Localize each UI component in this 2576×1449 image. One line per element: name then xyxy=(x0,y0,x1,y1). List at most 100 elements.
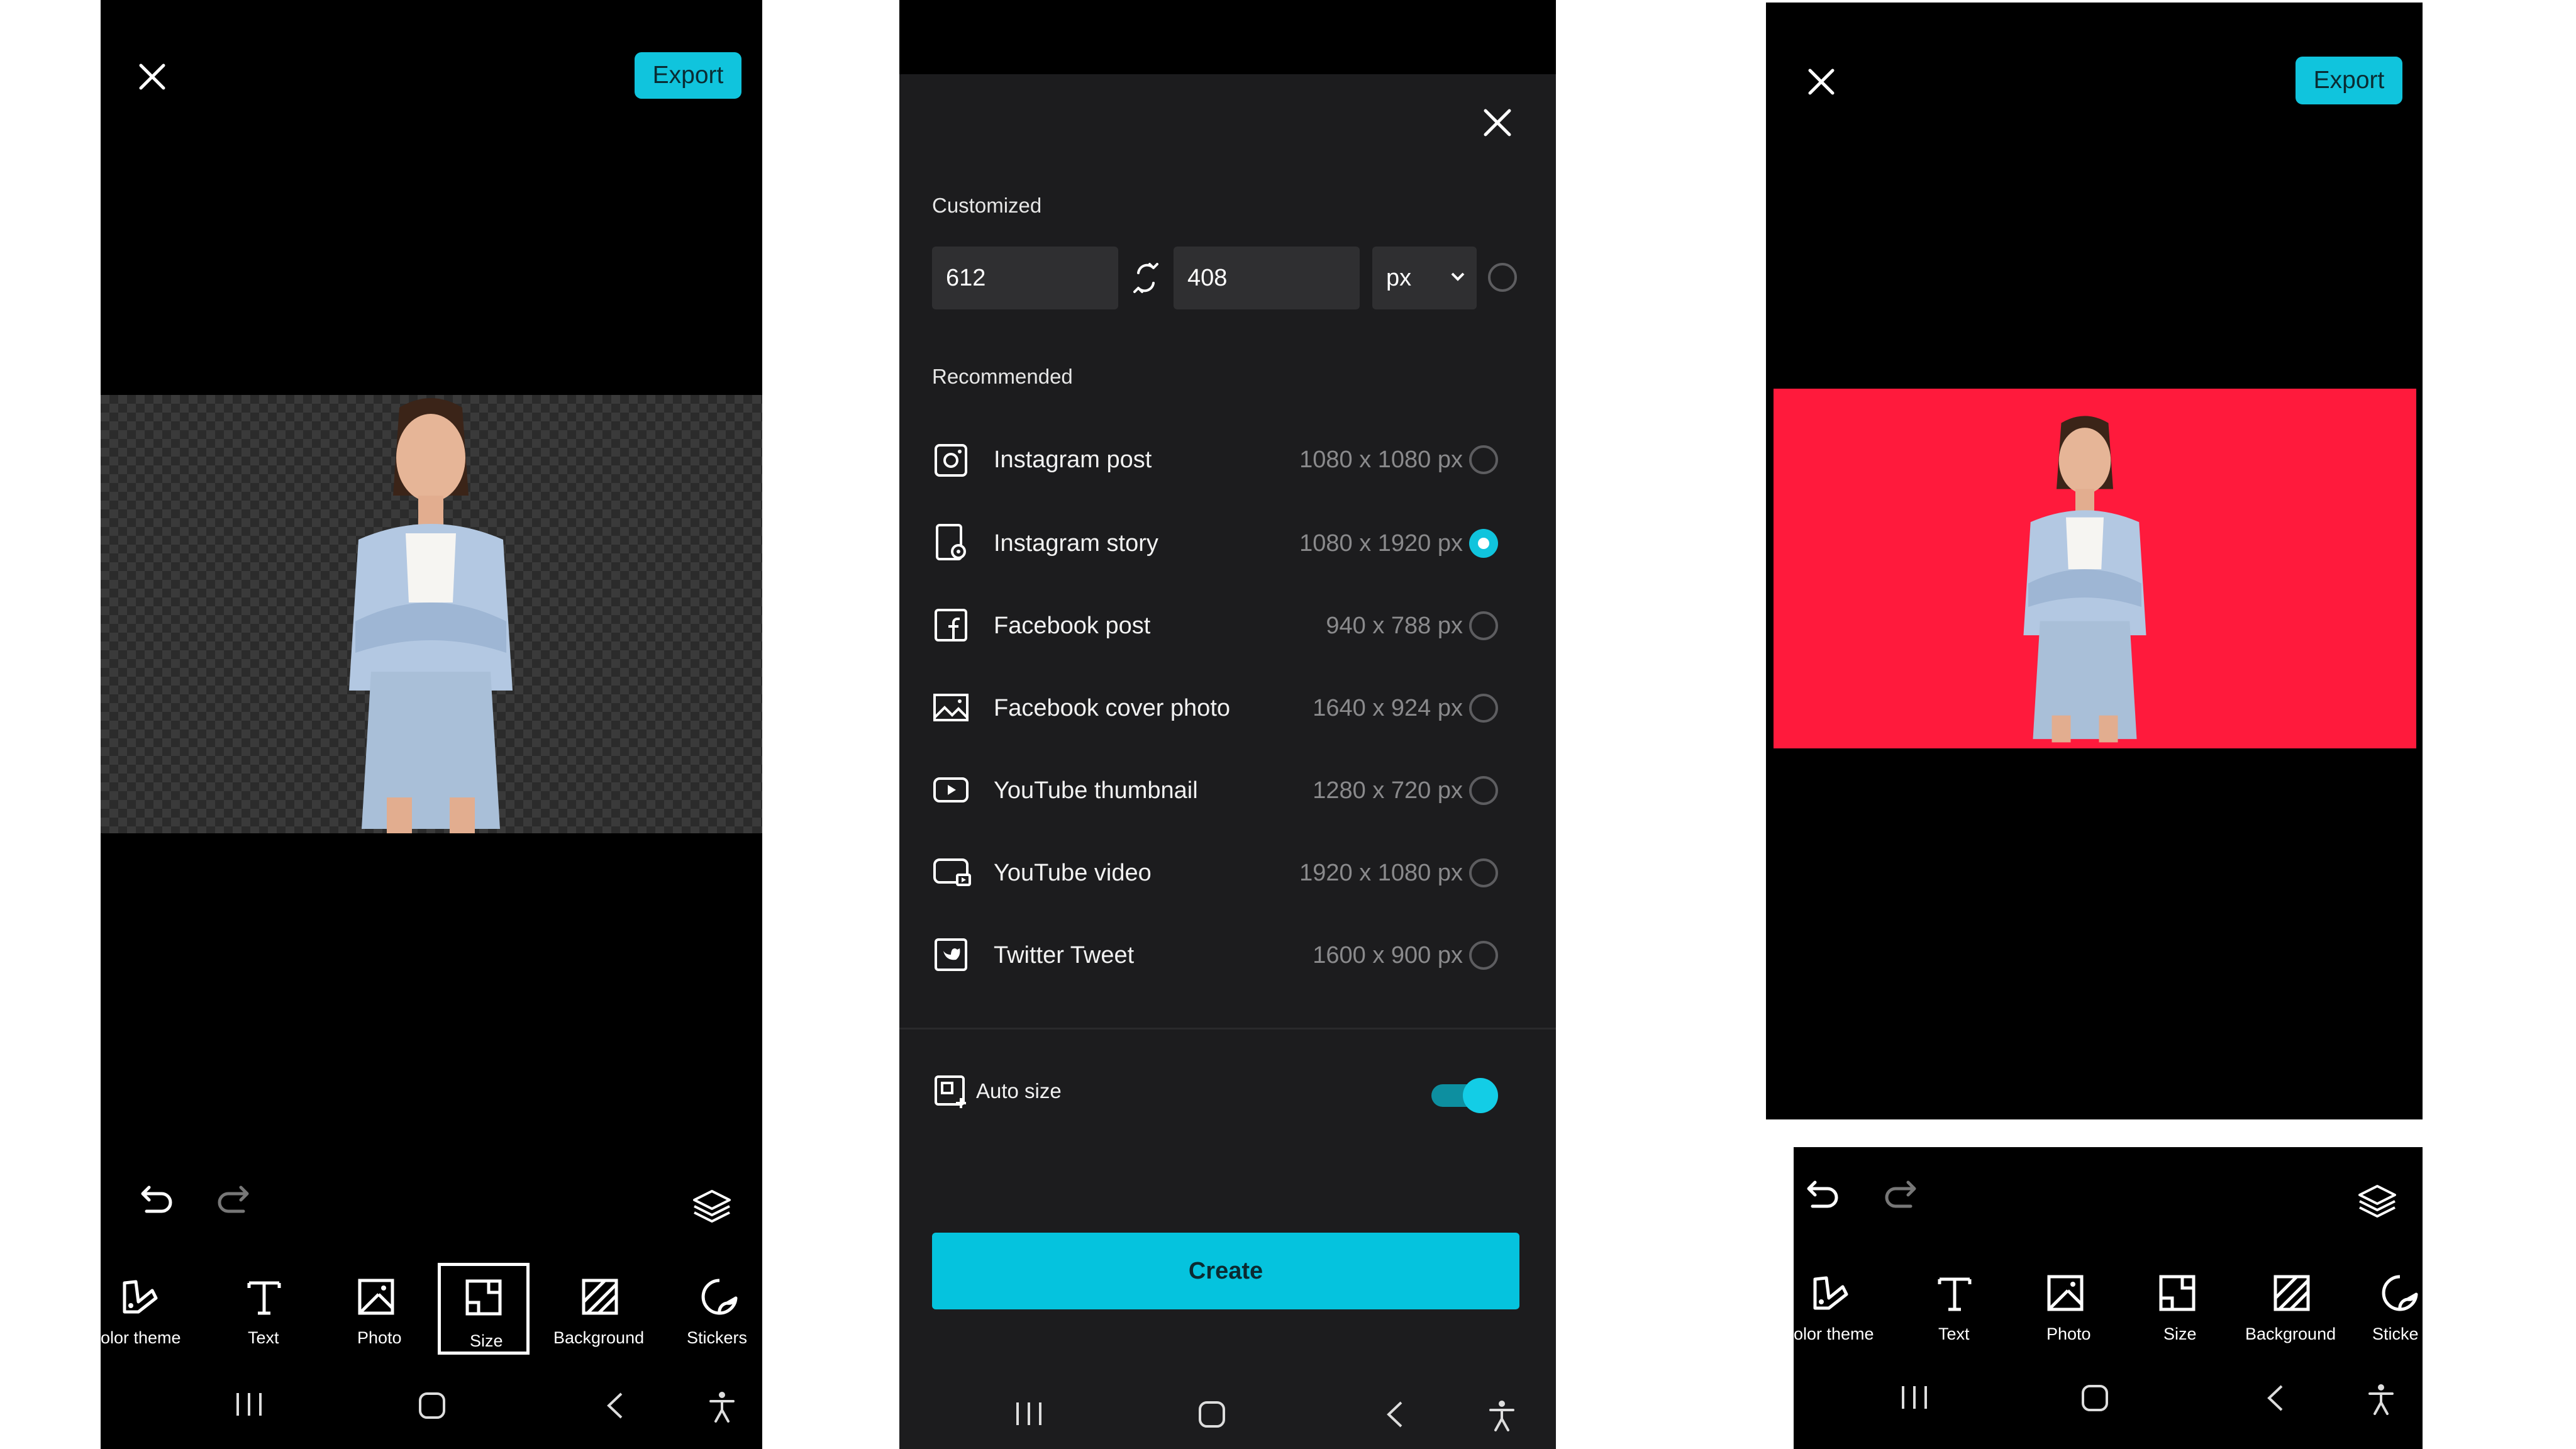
tool-label: Stickers xyxy=(687,1328,748,1347)
tool-text[interactable]: Text xyxy=(1917,1273,1992,1348)
size-option-facebook-post[interactable]: Facebook post 940 x 788 px xyxy=(899,594,1556,657)
option-radio[interactable] xyxy=(1469,611,1498,640)
layers-icon[interactable] xyxy=(2357,1184,2397,1219)
option-dimensions: 1600 x 900 px xyxy=(1313,942,1463,969)
unit-select[interactable]: px xyxy=(1372,247,1477,309)
redo-icon[interactable] xyxy=(216,1181,250,1215)
tool-label: olor theme xyxy=(1794,1324,1874,1343)
sticker-icon xyxy=(701,1279,738,1315)
option-name: Instagram story xyxy=(994,530,1158,557)
woman-photo[interactable] xyxy=(2009,408,2160,748)
option-radio[interactable] xyxy=(1469,941,1498,970)
canvas-red-background[interactable] xyxy=(1774,389,2416,748)
redo-icon[interactable] xyxy=(1883,1176,1917,1210)
size-option-instagram-story[interactable]: Instagram story 1080 x 1920 px xyxy=(899,511,1556,574)
back-icon[interactable] xyxy=(604,1391,626,1420)
option-dimensions: 1080 x 1920 px xyxy=(1299,530,1463,557)
background-icon xyxy=(2273,1275,2310,1311)
customized-radio[interactable] xyxy=(1488,263,1517,292)
accessibility-icon[interactable] xyxy=(2367,1384,2395,1415)
back-icon[interactable] xyxy=(1384,1400,1406,1429)
option-name: Facebook post xyxy=(994,613,1151,639)
sticker-icon xyxy=(2382,1275,2418,1311)
tool-stickers[interactable]: Sticke xyxy=(2370,1273,2423,1348)
option-radio-selected[interactable] xyxy=(1469,529,1498,558)
size-option-youtube-video[interactable]: YouTube video 1920 x 1080 px xyxy=(899,841,1556,904)
create-button[interactable]: Create xyxy=(932,1233,1519,1309)
undo-icon[interactable] xyxy=(1806,1176,1840,1210)
close-icon[interactable] xyxy=(1483,108,1512,137)
story-icon xyxy=(936,524,966,560)
recommended-label: Recommended xyxy=(932,365,1073,388)
canvas-transparent[interactable] xyxy=(101,395,762,833)
home-icon[interactable] xyxy=(2080,1384,2109,1413)
tool-color-theme[interactable]: olor theme xyxy=(1794,1273,1882,1348)
option-name: YouTube thumbnail xyxy=(994,777,1198,804)
option-dimensions: 1080 x 1080 px xyxy=(1299,447,1463,473)
option-dimensions: 1920 x 1080 px xyxy=(1299,860,1463,886)
home-icon[interactable] xyxy=(418,1391,447,1420)
tool-background[interactable]: Background xyxy=(2241,1273,2342,1348)
right-phone-screen-bottom: olor theme Text Photo Size Background St… xyxy=(1794,1147,2423,1449)
size-option-instagram-post[interactable]: Instagram post 1080 x 1080 px xyxy=(899,429,1556,492)
tool-size-selected[interactable]: Size xyxy=(438,1263,530,1355)
tool-label: Background xyxy=(553,1328,645,1347)
youtube-icon xyxy=(933,777,969,802)
option-radio[interactable] xyxy=(1469,858,1498,887)
tool-label: Text xyxy=(248,1328,279,1347)
auto-size-toggle[interactable] xyxy=(1431,1078,1498,1113)
photo-icon xyxy=(2047,1275,2084,1311)
size-option-facebook-cover[interactable]: Facebook cover photo 1640 x 924 px xyxy=(899,676,1556,739)
background-icon xyxy=(582,1279,618,1315)
width-input[interactable]: 612 xyxy=(932,247,1118,309)
undo-icon[interactable] xyxy=(140,1181,174,1215)
left-phone-screen: Export olor theme Text Photo Size Backgr… xyxy=(101,0,762,1449)
youtube-video-icon xyxy=(933,858,971,886)
accessibility-icon[interactable] xyxy=(708,1391,736,1423)
tool-label: Text xyxy=(1938,1324,1970,1343)
image-icon xyxy=(933,694,969,721)
tool-label: Background xyxy=(2245,1324,2336,1343)
option-radio[interactable] xyxy=(1469,694,1498,723)
tool-label: Sticke xyxy=(2372,1324,2419,1343)
recent-apps-icon[interactable] xyxy=(234,1392,264,1417)
facebook-icon xyxy=(935,609,967,641)
close-icon[interactable] xyxy=(138,63,166,91)
size-option-twitter-tweet[interactable]: Twitter Tweet 1600 x 900 px xyxy=(899,923,1556,986)
size-icon xyxy=(465,1279,502,1316)
close-icon[interactable] xyxy=(1807,68,1835,96)
export-button[interactable]: Export xyxy=(635,52,741,99)
right-phone-screen-top: Export xyxy=(1766,3,2423,1119)
text-icon xyxy=(1938,1277,1972,1311)
tool-photo[interactable]: Photo xyxy=(338,1277,414,1352)
tool-background[interactable]: Background xyxy=(550,1277,650,1352)
woman-photo[interactable] xyxy=(330,395,531,833)
photo-icon xyxy=(358,1279,394,1315)
tool-color-theme[interactable]: olor theme xyxy=(101,1277,189,1352)
option-radio[interactable] xyxy=(1469,445,1498,474)
tool-label: Photo xyxy=(357,1328,402,1347)
accessibility-icon[interactable] xyxy=(1488,1400,1516,1431)
tool-label: olor theme xyxy=(101,1328,181,1347)
tool-photo[interactable]: Photo xyxy=(2028,1273,2103,1348)
recent-apps-icon[interactable] xyxy=(1899,1385,1929,1410)
option-name: YouTube video xyxy=(994,860,1152,886)
height-input[interactable]: 408 xyxy=(1174,247,1360,309)
tool-stickers[interactable]: Stickers xyxy=(679,1277,761,1352)
back-icon[interactable] xyxy=(2264,1384,2287,1413)
layers-icon[interactable] xyxy=(692,1189,732,1224)
home-icon[interactable] xyxy=(1197,1400,1226,1429)
palette-icon xyxy=(123,1280,158,1314)
swap-ratio-icon[interactable] xyxy=(1133,258,1158,298)
recent-apps-icon[interactable] xyxy=(1014,1401,1044,1426)
option-radio[interactable] xyxy=(1469,776,1498,805)
size-bottom-sheet: Customized 612 408 px Recommended Instag… xyxy=(899,74,1556,1449)
tool-label: Photo xyxy=(2046,1324,2091,1343)
palette-icon xyxy=(1813,1276,1848,1310)
section-divider xyxy=(899,1028,1556,1030)
tool-text[interactable]: Text xyxy=(226,1277,302,1352)
tool-size[interactable]: Size xyxy=(2140,1273,2215,1348)
unit-value: px xyxy=(1386,264,1412,291)
export-button[interactable]: Export xyxy=(2296,57,2402,104)
size-option-youtube-thumbnail[interactable]: YouTube thumbnail 1280 x 720 px xyxy=(899,758,1556,821)
